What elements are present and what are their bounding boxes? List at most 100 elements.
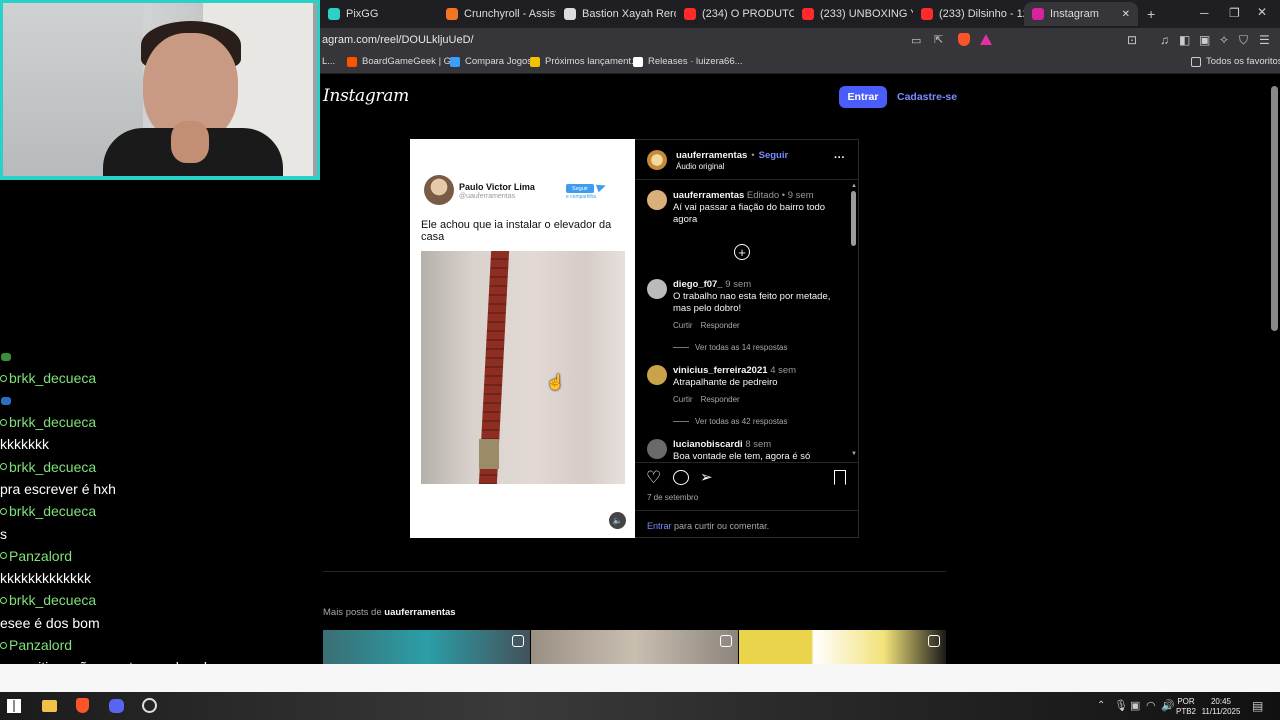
discord-icon[interactable] (109, 699, 124, 713)
chat-message: pra escrever é hxh (0, 480, 116, 497)
comment-reply-button[interactable]: Responder (701, 395, 740, 404)
more-posts-heading: Mais posts de uauferramentas (323, 607, 456, 618)
close-tab-icon[interactable]: ✕ (1122, 9, 1130, 20)
tab-label: (234) O PRODUTO VEIO (702, 8, 794, 20)
browser-tab[interactable]: Crunchyroll - Assista a A (438, 2, 556, 26)
wallet-icon[interactable]: ▣ (1199, 33, 1210, 47)
brave-rewards-icon[interactable] (980, 34, 992, 45)
commenter-avatar[interactable] (647, 439, 667, 459)
header-separator: • (751, 150, 755, 161)
commenter-avatar[interactable] (647, 190, 667, 210)
start-icon[interactable] (7, 699, 21, 713)
share-post-icon[interactable]: ➢ (700, 468, 713, 486)
login-button[interactable]: Entrar (839, 86, 887, 108)
signup-link[interactable]: Cadastre-se (897, 91, 957, 103)
reel-icon (512, 635, 524, 647)
page-scrollbar[interactable] (1271, 86, 1278, 331)
obs-icon[interactable] (142, 698, 157, 713)
language-indicator[interactable]: POR PTB2 (1175, 697, 1197, 717)
leo-ai-icon[interactable]: ✧ (1219, 33, 1229, 47)
commenter-avatar[interactable] (647, 365, 667, 385)
like-icon[interactable]: ♡ (646, 468, 661, 488)
comments-scrollbar[interactable] (851, 191, 856, 246)
comment-username[interactable]: diego_f07_ (673, 279, 723, 290)
webcam-overlay (0, 0, 320, 180)
wifi-icon[interactable]: ◠ (1146, 699, 1156, 712)
mute-button[interactable]: 🔈 (609, 512, 626, 529)
view-replies-button[interactable]: Ver todas as 14 respostas (673, 343, 788, 352)
media-icon[interactable]: ♫ (1160, 33, 1169, 47)
view-replies-button[interactable]: Ver todas as 42 respostas (673, 417, 788, 426)
chat-badge-icon (0, 418, 7, 426)
browser-tab[interactable]: Bastion Xayah Reroll TFT (556, 2, 676, 26)
browser-tab[interactable]: (234) O PRODUTO VEIO (676, 2, 794, 26)
keyboard-layout: PTB2 (1175, 707, 1196, 716)
menu-icon[interactable]: ☰ (1259, 33, 1270, 47)
vpn-icon[interactable]: ⛉ (1239, 33, 1248, 48)
new-tab-button[interactable]: + (1147, 6, 1155, 22)
display-icon[interactable]: ▣ (1130, 699, 1140, 712)
clock[interactable]: 20:45 11/11/2025 (1199, 697, 1243, 717)
post-thumbnail[interactable] (323, 630, 530, 664)
comment-meta: 9 sem (725, 279, 752, 290)
comment-icon[interactable] (673, 470, 689, 485)
volume-icon[interactable]: 🔊 (1161, 699, 1175, 712)
hand-cursor-icon: ☝ (546, 374, 565, 391)
minimize-icon[interactable]: ─ (1200, 6, 1209, 20)
brave-shield-icon[interactable] (958, 33, 970, 46)
browser-tab[interactable]: (233) UNBOXING Yu-Gi (794, 2, 913, 26)
bookmark-item[interactable]: BoardGameGeek | G... (347, 56, 459, 67)
audio-label[interactable]: Áudio original (676, 162, 724, 171)
post-author-avatar[interactable] (647, 150, 667, 170)
favorites-folder[interactable]: Todos os favoritos (1191, 56, 1280, 67)
more-options-icon[interactable]: ··· (834, 152, 845, 164)
comment-like-button[interactable]: Curtir (673, 395, 693, 404)
bookmark-label: L... (322, 56, 336, 67)
browser-tab[interactable]: (233) Dilsinho - 12 Hora (913, 2, 1024, 26)
follow-link[interactable]: Seguir (759, 150, 789, 161)
file-explorer-icon[interactable] (42, 700, 57, 712)
comment-username[interactable]: uauferramentas (673, 190, 744, 201)
post-thumbnail[interactable] (531, 630, 738, 664)
login-prompt-link[interactable]: Entrar (647, 521, 672, 531)
scroll-down-icon[interactable]: ▼ (851, 451, 857, 457)
post-author-username[interactable]: uauferramentas (676, 150, 747, 161)
browser-tab[interactable]: PixGG (320, 2, 438, 26)
bookmark-item[interactable]: L... (322, 56, 335, 67)
post-thumbnail[interactable] (739, 630, 946, 664)
bookmark-item[interactable]: Compara Jogos (450, 56, 532, 67)
comment-like-button[interactable]: Curtir (673, 321, 693, 330)
comment-username[interactable]: lucianobiscardi (673, 439, 743, 450)
microphone-icon[interactable]: 🎙 (1114, 699, 1128, 712)
close-window-icon[interactable]: ✕ (1257, 5, 1267, 19)
url-field[interactable]: agram.com/reel/DOULkljuUeD/ (322, 34, 474, 46)
share-icon[interactable]: ⇱ (934, 33, 943, 46)
clock-date: 11/11/2025 (1201, 707, 1241, 716)
brave-taskbar-icon[interactable] (76, 698, 89, 713)
reel-video[interactable]: Paulo Victor Lima @uauferramentas Seguir… (410, 139, 635, 538)
folder-icon (1191, 56, 1201, 67)
cast-icon[interactable]: ▭ (911, 34, 921, 47)
tray-arrow-icon[interactable]: ⌃ (1097, 700, 1105, 711)
bookmark-item[interactable]: Releases · luizera66... (633, 56, 743, 67)
commenter-avatar[interactable] (647, 279, 667, 299)
comment-header: vinicius_ferreira2021 4 sem (673, 365, 796, 376)
sidebar-icon[interactable]: ◧ (1179, 33, 1190, 47)
scroll-up-icon[interactable]: ▲ (851, 183, 857, 189)
replies-line (673, 421, 689, 422)
load-more-comments-icon[interactable]: + (734, 244, 750, 260)
instagram-logo[interactable]: Instagram (323, 86, 409, 106)
maximize-icon[interactable]: ❐ (1229, 6, 1240, 20)
notifications-icon[interactable]: ▤ (1252, 699, 1263, 713)
browser-tab[interactable]: Instagram ✕ (1024, 2, 1138, 26)
tab-label: Instagram (1050, 8, 1099, 20)
screenshot-icon[interactable]: ⊡ (1127, 33, 1137, 47)
electrical-box (479, 439, 499, 469)
reel-video-frame[interactable] (421, 251, 625, 484)
comment-username[interactable]: vinicius_ferreira2021 (673, 365, 768, 376)
reel-follow-badge: Seguir (566, 184, 594, 193)
bookmark-item[interactable]: Próximos lançament... (530, 56, 639, 67)
favorites-folder-label: Todos os favoritos (1206, 56, 1280, 67)
comment-reply-button[interactable]: Responder (701, 321, 740, 330)
more-posts-user[interactable]: uauferramentas (384, 607, 455, 618)
